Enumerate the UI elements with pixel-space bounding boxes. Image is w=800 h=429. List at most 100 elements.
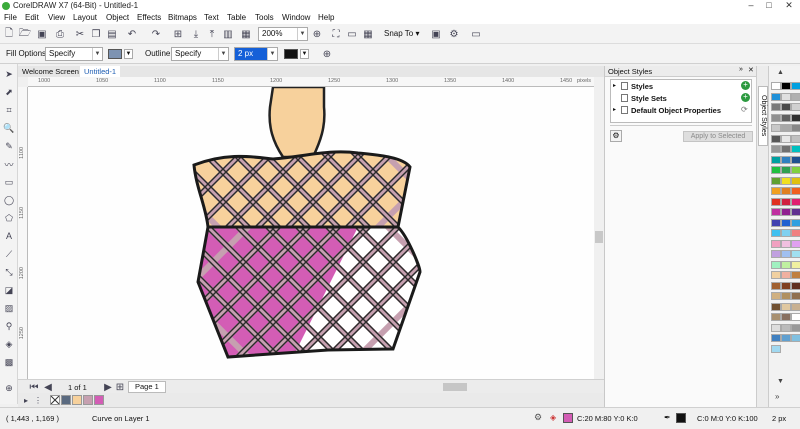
menu-tools[interactable]: Tools — [255, 13, 274, 22]
palette-color-swatch[interactable] — [771, 208, 781, 216]
minimize-button[interactable]: – — [742, 0, 760, 12]
add-style-icon[interactable]: ⊕ — [321, 48, 333, 60]
menu-file[interactable]: File — [4, 13, 17, 22]
palette-color-swatch[interactable] — [781, 197, 791, 206]
connector-tool-icon[interactable]: ⤡ — [3, 266, 15, 278]
menu-object[interactable]: Object — [106, 13, 129, 22]
palette-color-swatch[interactable] — [781, 334, 791, 342]
undo-icon[interactable]: ↶ — [126, 28, 138, 40]
tree-item-default-properties[interactable]: ▸ Default Object Properties ⟳ — [613, 105, 751, 117]
new-document-icon[interactable]: 🗋 — [3, 28, 15, 40]
menu-effects[interactable]: Effects — [137, 13, 161, 22]
chevron-down-icon[interactable]: ▼ — [124, 49, 133, 59]
palette-color-swatch[interactable] — [771, 302, 781, 311]
palette-arrow-icon[interactable]: ▸ — [20, 394, 32, 406]
tree-item-styles[interactable]: ▸ Styles + — [613, 81, 751, 93]
palette-color-swatch[interactable] — [791, 176, 800, 185]
drawing-canvas[interactable] — [28, 87, 594, 379]
parallel-dimension-icon[interactable]: ⟋ — [3, 248, 15, 260]
menu-view[interactable]: View — [48, 13, 65, 22]
palette-color-swatch[interactable] — [771, 197, 781, 206]
document-color-swatch[interactable] — [72, 395, 82, 405]
outline-color-swatch[interactable] — [284, 49, 298, 59]
palette-color-swatch[interactable] — [781, 92, 791, 101]
palette-color-swatch[interactable] — [791, 187, 800, 195]
add-tool-icon[interactable]: ⊕ — [3, 382, 15, 394]
palette-color-swatch[interactable] — [771, 239, 781, 248]
palette-color-swatch[interactable] — [771, 260, 781, 269]
palette-color-swatch[interactable] — [781, 113, 791, 122]
launch-icon[interactable]: ▭ — [470, 28, 482, 40]
palette-color-swatch[interactable] — [771, 323, 781, 332]
fill-color-swatch[interactable] — [108, 49, 122, 59]
menu-table[interactable]: Table — [227, 13, 246, 22]
no-color-swatch[interactable] — [50, 395, 60, 405]
palette-color-swatch[interactable] — [771, 176, 781, 185]
artistic-media-icon[interactable]: 〰 — [3, 158, 15, 170]
palette-color-swatch[interactable] — [791, 292, 800, 300]
document-color-swatch[interactable] — [83, 395, 93, 405]
palette-color-swatch[interactable] — [791, 271, 800, 279]
fill-options-select[interactable]: Specify ▼ — [45, 47, 103, 61]
palette-color-swatch[interactable] — [791, 155, 800, 164]
palette-color-swatch[interactable] — [781, 155, 791, 164]
palette-color-swatch[interactable] — [781, 187, 791, 195]
redo-icon[interactable]: ↷ — [150, 28, 162, 40]
palette-color-swatch[interactable] — [771, 187, 781, 195]
palette-color-swatch[interactable] — [781, 302, 791, 311]
palette-color-swatch[interactable] — [771, 155, 781, 164]
vertical-scroll-thumb[interactable] — [595, 231, 603, 243]
palette-color-swatch[interactable] — [791, 113, 800, 122]
palette-color-swatch[interactable] — [781, 145, 791, 153]
palette-color-swatch[interactable] — [791, 145, 800, 153]
freehand-tool-icon[interactable]: ✎ — [3, 140, 15, 152]
palette-color-swatch[interactable] — [781, 229, 791, 237]
pick-tool-icon[interactable]: ➤ — [3, 68, 15, 80]
tab-welcome-screen[interactable]: Welcome Screen — [18, 66, 83, 77]
palette-color-swatch[interactable] — [781, 208, 791, 216]
tree-item-style-sets[interactable]: Style Sets + — [613, 93, 751, 105]
palette-color-swatch[interactable] — [791, 260, 800, 269]
maximize-button[interactable]: □ — [760, 0, 778, 12]
palette-color-swatch[interactable] — [771, 124, 781, 132]
menu-window[interactable]: Window — [282, 13, 310, 22]
palette-color-swatch[interactable] — [771, 334, 781, 342]
add-style-set-icon[interactable]: + — [741, 93, 750, 102]
application-launcher-icon[interactable]: ▦ — [240, 28, 252, 40]
palette-color-swatch[interactable] — [781, 239, 791, 248]
next-page-icon[interactable]: ▶ — [102, 381, 114, 393]
options-icon[interactable]: ▣ — [430, 28, 442, 40]
document-color-swatch[interactable] — [94, 395, 104, 405]
palette-color-swatch[interactable] — [771, 92, 781, 101]
palette-color-swatch[interactable] — [781, 281, 791, 290]
print-icon[interactable]: ⎙ — [54, 28, 66, 40]
palette-color-swatch[interactable] — [791, 334, 800, 342]
palette-color-swatch[interactable] — [771, 113, 781, 122]
palette-color-swatch[interactable] — [771, 218, 781, 227]
style-options-icon[interactable]: ⚙ — [610, 130, 622, 142]
palette-color-swatch[interactable] — [781, 250, 791, 258]
menu-layout[interactable]: Layout — [73, 13, 97, 22]
palette-color-swatch[interactable] — [771, 271, 781, 279]
garment-drawing[interactable] — [28, 87, 594, 379]
outline-select[interactable]: Specify ▼ — [171, 47, 229, 61]
paste-icon[interactable]: ▤ — [106, 28, 118, 40]
shape-tool-icon[interactable]: ⬈ — [3, 86, 15, 98]
apply-to-selected-button[interactable]: Apply to Selected — [683, 131, 753, 142]
palette-color-swatch[interactable] — [791, 82, 800, 90]
palette-color-swatch[interactable] — [781, 82, 791, 90]
search-content-icon[interactable]: ⊞ — [172, 28, 184, 40]
palette-expand-icon[interactable]: » — [775, 392, 779, 401]
text-tool-icon[interactable]: A — [3, 230, 15, 242]
export-icon[interactable]: ⤒ — [206, 28, 218, 40]
transparency-tool-icon[interactable]: ▨ — [3, 302, 15, 314]
vertical-scrollbar[interactable] — [594, 77, 604, 379]
palette-menu-icon[interactable]: ⋮ — [32, 394, 44, 406]
palette-color-swatch[interactable] — [781, 134, 791, 143]
chevron-down-icon[interactable]: ▼ — [300, 49, 309, 59]
palette-color-swatch[interactable] — [791, 197, 800, 206]
polygon-tool-icon[interactable]: ⬠ — [3, 212, 15, 224]
menu-text[interactable]: Text — [204, 13, 219, 22]
snap-to-button[interactable]: Snap To ▾ — [384, 29, 419, 38]
page-1-tab[interactable]: Page 1 — [128, 381, 166, 393]
